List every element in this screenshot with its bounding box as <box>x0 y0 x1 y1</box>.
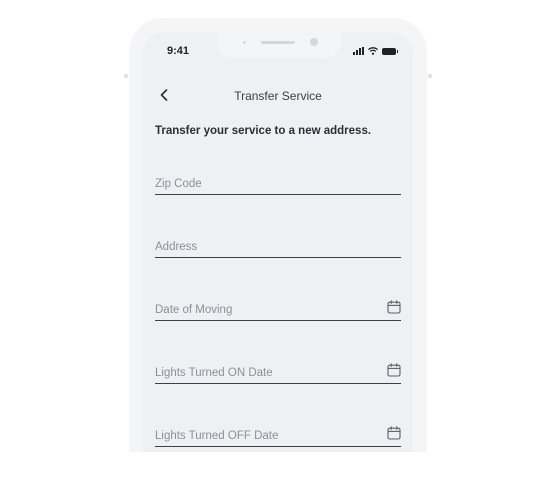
lights-on-date-field[interactable] <box>155 356 401 384</box>
lights-off-date-input[interactable] <box>155 430 375 442</box>
address-field[interactable] <box>155 230 401 258</box>
date-of-moving-input[interactable] <box>155 304 375 316</box>
phone-frame: 9:41 Transfer Service Transfer your serv… <box>129 18 427 452</box>
phone-side-button-left <box>124 74 128 78</box>
calendar-icon[interactable] <box>387 363 401 377</box>
calendar-icon[interactable] <box>387 426 401 440</box>
status-time: 9:41 <box>167 45 190 57</box>
lights-off-date-field[interactable] <box>155 419 401 447</box>
phone-notch <box>217 32 341 58</box>
status-icons <box>353 46 398 55</box>
front-camera <box>310 38 318 46</box>
date-of-moving-field[interactable] <box>155 293 401 321</box>
zip-code-input[interactable] <box>155 178 375 190</box>
page-title: Transfer Service <box>234 89 322 103</box>
phone-screen: 9:41 Transfer Service Transfer your serv… <box>143 32 413 452</box>
lights-on-date-input[interactable] <box>155 367 375 379</box>
address-input[interactable] <box>155 241 375 253</box>
calendar-icon[interactable] <box>387 300 401 314</box>
battery-icon <box>382 48 398 55</box>
wifi-icon <box>368 47 378 55</box>
intro-text: Transfer your service to a new address. <box>155 125 372 137</box>
phone-side-button-right <box>428 74 432 78</box>
sensor-dot <box>243 41 246 44</box>
signal-icon <box>353 47 364 55</box>
zip-code-field[interactable] <box>155 167 401 195</box>
speaker-grille <box>261 41 295 44</box>
